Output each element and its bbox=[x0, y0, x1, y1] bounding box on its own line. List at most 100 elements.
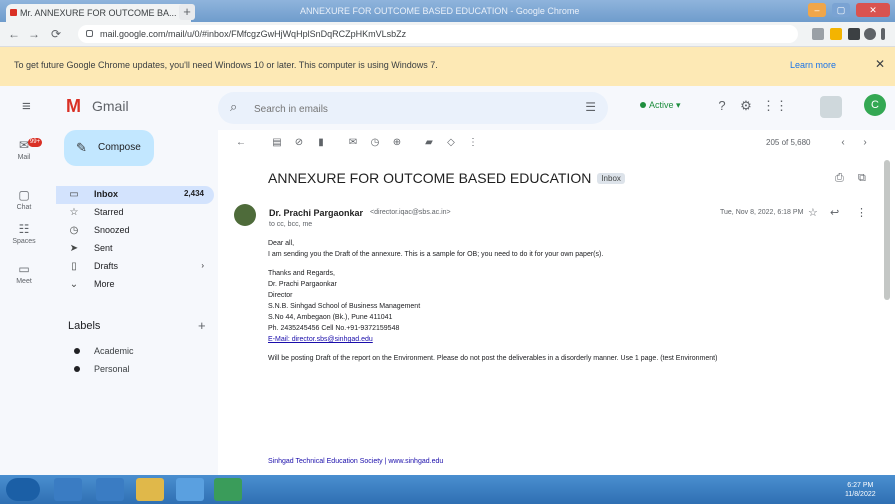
sidebar-item-snoozed[interactable]: ◷ Snoozed bbox=[56, 222, 214, 240]
main-menu-icon[interactable]: ≡ bbox=[22, 99, 38, 115]
star-icon: ☆ bbox=[69, 207, 79, 218]
body-line: Ph. 2435245456 Cell No.+91-9372159548 bbox=[268, 325, 400, 332]
compose-button[interactable]: ✎ Compose bbox=[64, 130, 154, 166]
report-spam-icon[interactable]: ⊘ bbox=[292, 136, 306, 150]
close-window-button[interactable]: ✕ bbox=[856, 3, 890, 17]
open-new-window-icon[interactable]: ⧉ bbox=[858, 172, 866, 185]
clock-date: 11/8/2022 bbox=[845, 491, 876, 498]
search-options-icon[interactable]: ☰ bbox=[585, 100, 596, 114]
rail-item-mail[interactable]: ✉ 99+ Mail bbox=[0, 138, 48, 174]
email-signature-link[interactable]: E-Mail: director.sbs@sinhgad.edu bbox=[268, 334, 868, 345]
windows-taskbar: 6:27 PM 11/8/2022 bbox=[0, 475, 895, 504]
sidebar-item-label: Snoozed bbox=[94, 225, 130, 235]
rail-label-chat: Chat bbox=[16, 204, 32, 211]
compose-label: Compose bbox=[98, 142, 141, 153]
url-bar[interactable]: mail.google.com/mail/u/0/#inbox/FMfcgzGw… bbox=[78, 25, 798, 43]
apps-grid-icon[interactable]: ⋮⋮ bbox=[762, 98, 788, 114]
address-bar-row: ← → ⟳ mail.google.com/mail/u/0/#inbox/FM… bbox=[0, 22, 895, 47]
label-name: Academic bbox=[94, 346, 134, 356]
tab-title: Mr. ANNEXURE FOR OUTCOME BA... bbox=[20, 8, 177, 18]
rail-item-chat[interactable]: ▢ Chat bbox=[0, 188, 48, 224]
mark-unread-icon[interactable]: ✉ bbox=[346, 136, 360, 150]
sidebar-item-starred[interactable]: ☆ Starred bbox=[56, 204, 214, 222]
learn-more-link[interactable]: Learn more bbox=[790, 60, 836, 70]
sender-name[interactable]: Dr. Prachi Pargaonkar bbox=[269, 208, 363, 218]
archive-icon[interactable]: ▤ bbox=[270, 136, 284, 150]
email-date: Tue, Nov 8, 2022, 6:18 PM bbox=[720, 209, 804, 216]
help-icon[interactable]: ? bbox=[714, 98, 730, 114]
back-to-inbox-icon[interactable]: ← bbox=[234, 136, 248, 150]
more-options-icon[interactable]: ⋮ bbox=[466, 136, 480, 150]
menu-dots-icon[interactable] bbox=[881, 28, 885, 40]
send-icon: ➤ bbox=[69, 243, 79, 254]
search-input[interactable] bbox=[252, 100, 556, 118]
print-icon[interactable]: ⎙ bbox=[835, 172, 844, 185]
system-clock[interactable]: 6:27 PM 11/8/2022 bbox=[845, 481, 876, 499]
message-toolbar: ← ▤ ⊘ ▮ ✉ ◷ ⊕ ▰ ◇ ⋮ 205 of 5,680 ‹ › bbox=[222, 130, 888, 156]
taskbar-media-icon[interactable] bbox=[96, 478, 124, 501]
snooze-icon[interactable]: ◷ bbox=[368, 136, 382, 150]
rail-item-meet[interactable]: ▭ Meet bbox=[0, 262, 48, 298]
label-icon[interactable]: ◇ bbox=[444, 136, 458, 150]
app-rail: ✉ 99+ Mail ▢ Chat ☷ Spaces ▭ Meet bbox=[0, 130, 48, 475]
email-footer-link[interactable]: Sinhgad Technical Education Society | ww… bbox=[268, 458, 443, 465]
add-label-button[interactable]: + bbox=[198, 318, 206, 333]
sidebar-item-inbox[interactable]: ▭ Inbox 2,434 bbox=[56, 186, 214, 204]
search-bar: ⌕ ☰ bbox=[218, 92, 608, 124]
new-tab-button[interactable]: + bbox=[179, 4, 195, 20]
taskbar-chrome-icon[interactable] bbox=[176, 478, 204, 501]
sender-avatar[interactable] bbox=[234, 204, 256, 226]
chrome-update-infobar: To get future Google Chrome updates, you… bbox=[0, 47, 895, 87]
sidebar-item-drafts[interactable]: ▯ Drafts › bbox=[56, 258, 214, 276]
drafts-chevron-icon[interactable]: › bbox=[201, 261, 204, 270]
sidebar-item-sent[interactable]: ➤ Sent bbox=[56, 240, 214, 258]
email-body: Dear all, I am sending you the Draft of … bbox=[268, 238, 868, 364]
browser-tab[interactable]: Mr. ANNEXURE FOR OUTCOME BA... × bbox=[6, 4, 191, 22]
search-icon[interactable]: ⌕ bbox=[230, 99, 237, 115]
reload-button[interactable]: ⟳ bbox=[48, 26, 64, 42]
inbox-tag[interactable]: Inbox bbox=[597, 173, 625, 184]
gmail-app-name: Gmail bbox=[92, 98, 129, 114]
scrollbar[interactable] bbox=[884, 160, 890, 300]
taskbar-explorer-icon[interactable] bbox=[54, 478, 82, 501]
status-selector[interactable]: Active ▾ bbox=[640, 100, 681, 111]
account-avatar[interactable]: C bbox=[864, 94, 886, 116]
sidebar-item-label: More bbox=[94, 279, 115, 289]
minimize-button[interactable]: – bbox=[808, 3, 826, 17]
profile-icon[interactable] bbox=[864, 28, 876, 40]
bookmark-star-icon[interactable] bbox=[830, 28, 842, 40]
star-icon[interactable]: ☆ bbox=[808, 206, 818, 219]
maximize-button[interactable]: ▢ bbox=[832, 3, 850, 17]
body-line: Dear all, bbox=[268, 240, 295, 247]
sidebar-item-more[interactable]: ⌄ More bbox=[56, 276, 214, 294]
gmail-logo-icon[interactable]: M bbox=[66, 96, 92, 116]
add-to-tasks-icon[interactable]: ⊕ bbox=[390, 136, 404, 150]
recipients[interactable]: to cc, bcc, me bbox=[269, 221, 312, 228]
status-dot-icon bbox=[640, 102, 646, 108]
taskbar-app-icon[interactable] bbox=[214, 478, 242, 501]
more-icon[interactable]: ⋮ bbox=[856, 206, 867, 219]
body-line: Director bbox=[268, 292, 293, 299]
taskbar-folder-icon[interactable] bbox=[136, 478, 164, 501]
back-button[interactable]: ← bbox=[6, 26, 22, 42]
delete-icon[interactable]: ▮ bbox=[314, 136, 328, 150]
newer-icon[interactable]: ‹ bbox=[836, 136, 850, 150]
mail-unread-badge: 99+ bbox=[28, 138, 42, 147]
reply-icon[interactable]: ↩ bbox=[830, 206, 839, 219]
rail-label-spaces: Spaces bbox=[12, 238, 36, 245]
draft-icon: ▯ bbox=[71, 261, 77, 272]
rail-item-spaces[interactable]: ☷ Spaces bbox=[0, 222, 48, 258]
forward-button[interactable]: → bbox=[26, 26, 42, 42]
settings-gear-icon[interactable]: ⚙ bbox=[738, 98, 754, 114]
lock-icon bbox=[86, 30, 93, 37]
move-to-icon[interactable]: ▰ bbox=[422, 136, 436, 150]
infobar-close-button[interactable]: ✕ bbox=[875, 57, 885, 71]
inbox-icon: ▭ bbox=[69, 189, 79, 200]
start-button-icon[interactable] bbox=[6, 478, 40, 501]
older-icon[interactable]: › bbox=[858, 136, 872, 150]
extension-icon[interactable] bbox=[848, 28, 860, 40]
chat-icon: ▢ bbox=[18, 188, 30, 202]
email-link[interactable]: E-Mail: director.sbs@sinhgad.edu bbox=[268, 336, 373, 343]
share-icon[interactable] bbox=[812, 28, 824, 40]
meet-icon: ▭ bbox=[18, 262, 30, 276]
